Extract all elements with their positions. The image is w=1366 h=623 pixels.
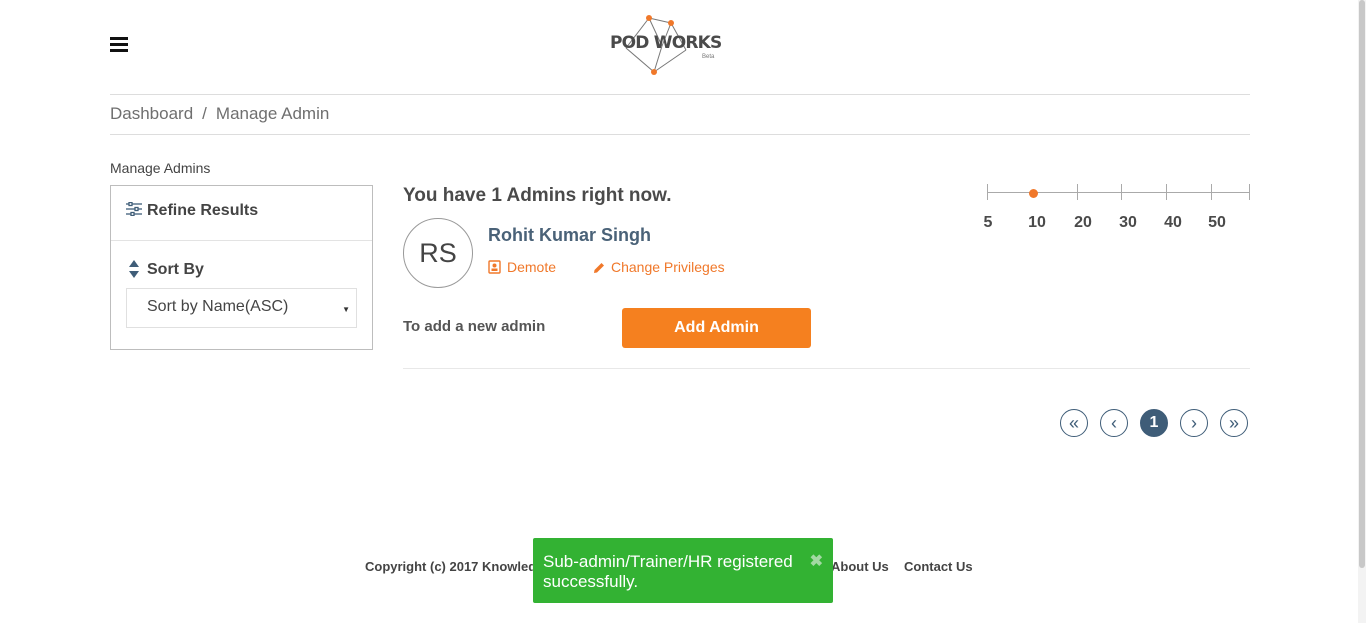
sort-select[interactable]: Sort by Name(ASC) ▼ xyxy=(126,288,357,328)
footer-contact-link[interactable]: Contact Us xyxy=(904,559,973,574)
breadcrumb-item-manage-admin: Manage Admin xyxy=(215,104,330,123)
scrollbar[interactable] xyxy=(1358,0,1366,623)
refine-results-title: Refine Results xyxy=(147,202,259,219)
page-size-option-50[interactable]: 50 xyxy=(1208,214,1226,232)
section-title: Manage Admins xyxy=(110,160,211,176)
filter-sliders-icon xyxy=(126,202,142,216)
content-divider xyxy=(403,368,1250,369)
chevron-down-icon: ▼ xyxy=(342,305,350,314)
demote-button[interactable]: Demote xyxy=(488,259,556,275)
sort-by-label: Sort By xyxy=(147,261,204,278)
page-size-option-5[interactable]: 5 xyxy=(984,214,993,232)
slider-tick xyxy=(1077,184,1078,200)
close-icon[interactable]: ✖ xyxy=(810,551,823,571)
scrollbar-thumb[interactable] xyxy=(1359,0,1365,568)
page-size-option-30[interactable]: 30 xyxy=(1119,214,1137,232)
slider-tick xyxy=(1211,184,1212,200)
change-privileges-button[interactable]: Change Privileges xyxy=(593,259,725,275)
footer-copyright: Copyright (c) 2017 Knowled xyxy=(365,559,535,574)
slider-tick xyxy=(1249,184,1250,200)
breadcrumb-separator: / xyxy=(202,104,207,123)
hamburger-menu-icon[interactable] xyxy=(110,37,128,52)
footer-about-link[interactable]: About Us xyxy=(831,559,889,574)
sort-select-value: Sort by Name(ASC) xyxy=(147,298,289,315)
admin-count-headline: You have 1 Admins right now. xyxy=(403,185,672,206)
breadcrumb-item-dashboard[interactable]: Dashboard xyxy=(110,104,193,124)
add-admin-button[interactable]: Add Admin xyxy=(622,308,811,348)
pencil-icon xyxy=(594,263,604,273)
breadcrumb-divider xyxy=(110,134,1250,135)
page-size-option-20[interactable]: 20 xyxy=(1074,214,1092,232)
slider-track xyxy=(987,192,1249,193)
logo-beta-label: Beta xyxy=(702,54,715,60)
logo-text: POD WORKS xyxy=(610,33,722,53)
page-size-option-40[interactable]: 40 xyxy=(1164,214,1182,232)
pagination-next-button[interactable]: › xyxy=(1180,409,1208,437)
add-admin-prompt: To add a new admin xyxy=(403,318,546,335)
page-size-slider[interactable]: 5 10 20 30 40 50 xyxy=(980,180,1255,240)
pagination-last-button[interactable]: » xyxy=(1220,409,1248,437)
breadcrumb: Dashboard / Manage Admin xyxy=(110,104,329,124)
slider-tick xyxy=(987,184,988,200)
refine-results-panel: Refine Results Sort By Sort by Name(ASC)… xyxy=(110,185,373,350)
slider-handle[interactable] xyxy=(1029,189,1038,198)
pagination-first-button[interactable]: « xyxy=(1060,409,1088,437)
slider-tick xyxy=(1166,184,1167,200)
pod-works-logo[interactable]: POD WORKS Beta xyxy=(606,12,722,78)
demote-label: Demote xyxy=(507,259,557,275)
change-privileges-label: Change Privileges xyxy=(611,259,725,275)
pagination-prev-button[interactable]: ‹ xyxy=(1100,409,1128,437)
avatar: RS xyxy=(403,218,473,288)
refine-results-header: Refine Results xyxy=(111,186,372,241)
admin-name-link[interactable]: Rohit Kumar Singh xyxy=(488,225,651,246)
pagination-page-1[interactable]: 1 xyxy=(1140,409,1168,437)
success-toast: Sub-admin/Trainer/HR registered successf… xyxy=(533,538,833,603)
slider-tick xyxy=(1121,184,1122,200)
contact-card-icon xyxy=(488,260,501,274)
toast-message: Sub-admin/Trainer/HR registered successf… xyxy=(543,552,793,591)
page-size-option-10[interactable]: 10 xyxy=(1028,214,1046,232)
sort-icon xyxy=(129,260,139,278)
header-divider xyxy=(110,94,1250,95)
